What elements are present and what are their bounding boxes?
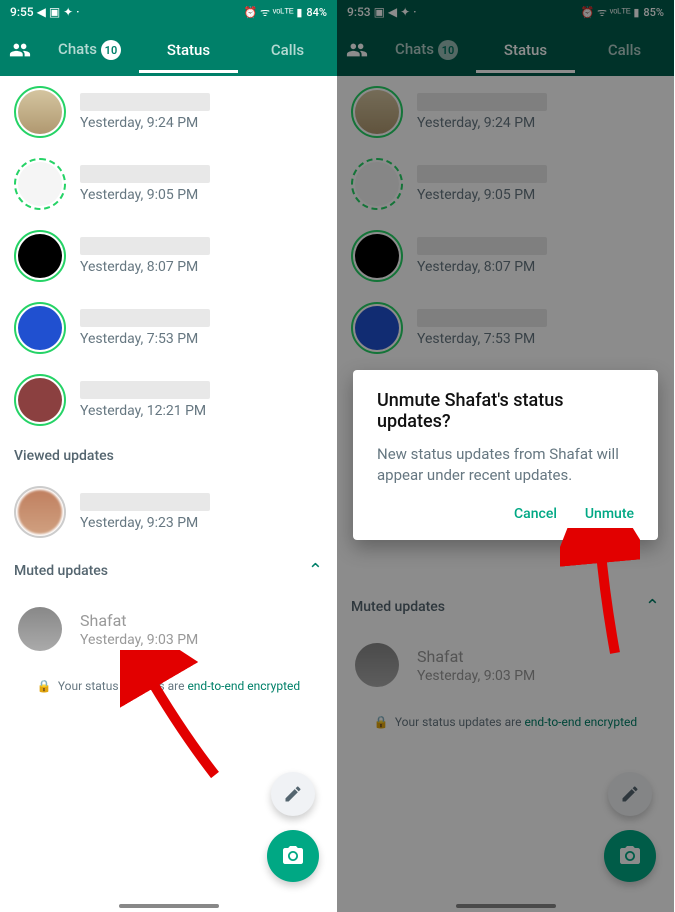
unmute-dialog: Unmute Shafat's status updates? New stat…	[353, 370, 658, 540]
status-time: Yesterday, 9:05 PM	[80, 187, 323, 203]
status-name: Shafat	[80, 611, 323, 630]
notif-icons: ◀ ▣ ✦ ·	[37, 5, 80, 19]
avatar	[18, 90, 62, 134]
dialog-body: New status updates from Shafat will appe…	[377, 444, 634, 486]
avatar	[18, 306, 62, 350]
clock: 9:55	[10, 5, 34, 19]
avatar-ring	[14, 158, 66, 210]
status-item[interactable]: Yesterday, 9:24 PM	[0, 76, 337, 148]
tab-status[interactable]: Status	[139, 27, 238, 73]
lock-icon: 🔒	[37, 679, 52, 693]
text-status-fab[interactable]	[271, 772, 315, 816]
redacted-name	[80, 381, 210, 399]
status-item[interactable]: Yesterday, 7:53 PM	[0, 292, 337, 364]
status-time: Yesterday, 8:07 PM	[80, 259, 323, 275]
avatar-ring	[14, 86, 66, 138]
top-nav: Chats10 Status Calls	[0, 24, 337, 76]
status-item[interactable]: Yesterday, 12:21 PM	[0, 364, 337, 436]
e2e-notice: 🔒Your status updates are end-to-end encr…	[0, 665, 337, 707]
status-item[interactable]: Yesterday, 9:23 PM	[0, 476, 337, 548]
avatar-ring	[14, 230, 66, 282]
dialog-title: Unmute Shafat's status updates?	[377, 390, 634, 432]
battery-text: 84%	[306, 6, 327, 19]
redacted-name	[80, 309, 210, 327]
avatar	[18, 234, 62, 278]
android-status-bar: 9:55 ◀ ▣ ✦ · ⏰ ᯤ ᵛᵒᴸᵀᴱ ▮84%	[0, 0, 337, 24]
status-time: Yesterday, 12:21 PM	[80, 403, 323, 419]
status-item[interactable]: Yesterday, 8:07 PM	[0, 220, 337, 292]
viewed-updates-header: Viewed updates	[0, 436, 337, 476]
redacted-name	[80, 93, 210, 111]
status-item-muted[interactable]: Shafat Yesterday, 9:03 PM	[0, 593, 337, 665]
avatar	[18, 607, 62, 651]
avatar-ring	[14, 486, 66, 538]
redacted-name	[80, 237, 210, 255]
camera-fab[interactable]	[267, 830, 319, 882]
screen-right: 9:53 ▣ ◀ ✦ · ⏰ ᯤ ᵛᵒᴸᵀᴱ ▮85% Chats10 Stat…	[337, 0, 674, 912]
screen-left: 9:55 ◀ ▣ ✦ · ⏰ ᯤ ᵛᵒᴸᵀᴱ ▮84% Chats10 Stat…	[0, 0, 337, 912]
redacted-name	[80, 493, 210, 511]
tab-chats[interactable]: Chats10	[40, 26, 139, 75]
chevron-up-icon: ⌃	[308, 560, 323, 581]
avatar	[18, 162, 62, 206]
unmute-button[interactable]: Unmute	[585, 506, 634, 522]
nav-bar	[119, 904, 219, 908]
e2e-link[interactable]: end-to-end encrypted	[187, 679, 300, 693]
avatar-ring	[14, 603, 66, 655]
status-time: Yesterday, 9:23 PM	[80, 515, 323, 531]
avatar-ring	[14, 302, 66, 354]
signal-icons: ⏰ ᯤ ᵛᵒᴸᵀᴱ ▮	[244, 5, 303, 20]
avatar	[18, 490, 62, 534]
redacted-name	[80, 165, 210, 183]
status-time: Yesterday, 7:53 PM	[80, 331, 323, 347]
status-time: Yesterday, 9:24 PM	[80, 115, 323, 131]
cancel-button[interactable]: Cancel	[514, 506, 557, 522]
tab-calls[interactable]: Calls	[238, 27, 337, 73]
muted-updates-header[interactable]: Muted updates⌃	[0, 548, 337, 593]
avatar	[18, 378, 62, 422]
community-icon[interactable]	[0, 39, 40, 61]
status-item[interactable]: Yesterday, 9:05 PM	[0, 148, 337, 220]
status-time: Yesterday, 9:03 PM	[80, 632, 323, 648]
avatar-ring	[14, 374, 66, 426]
chats-badge: 10	[101, 40, 121, 60]
